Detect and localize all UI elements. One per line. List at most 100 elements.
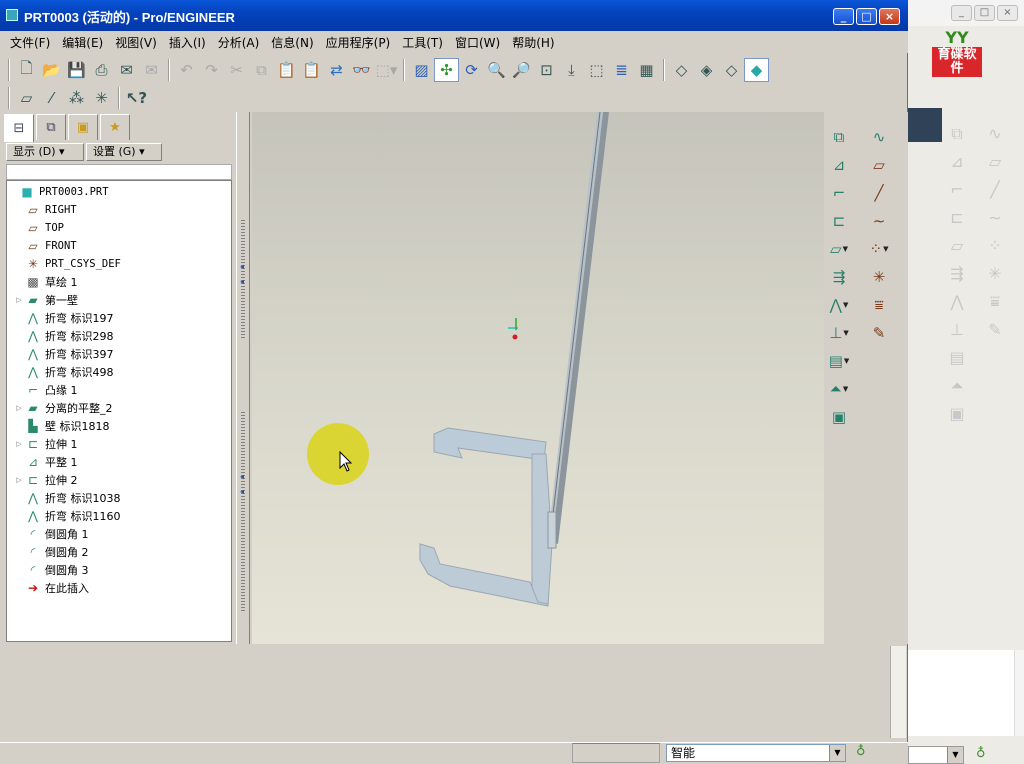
navigator-splitter[interactable]: ◂ ◂ ◂ ◂ <box>236 112 250 644</box>
collapse-arrow-icon[interactable]: ◂ <box>240 262 244 271</box>
tree-item[interactable]: ▷ ▰ 第一壁 <box>15 291 78 309</box>
no-hidden-icon[interactable]: ◇ <box>719 58 744 82</box>
tree-item[interactable]: ▷ ▰ 分离的平整_2 <box>15 399 112 417</box>
hidden-line-icon[interactable]: ◈ <box>694 58 719 82</box>
datum-curve-icon[interactable]: ∼ <box>866 210 892 232</box>
message-scrollbar[interactable] <box>890 646 906 738</box>
bg-maximize-button[interactable]: □ <box>974 5 995 21</box>
tree-item[interactable]: ⊿ 平整 1 <box>15 453 78 471</box>
datum-point-display-icon[interactable]: ⁂ <box>64 86 89 110</box>
flat-pattern-icon[interactable]: ▤ ▼ <box>826 350 852 372</box>
spin-center-icon[interactable]: ✣ <box>434 58 459 82</box>
tree-item[interactable]: ✳ PRT_CSYS_DEF <box>15 255 121 273</box>
datum-plane-tool-icon[interactable]: ▱ <box>866 154 892 176</box>
repaint-icon[interactable]: ▨ <box>409 58 434 82</box>
menu-help[interactable]: 帮助(H) <box>506 31 560 53</box>
csys-tool-icon[interactable]: ✳ <box>866 266 892 288</box>
tree-item[interactable]: ⌐ 凸缘 1 <box>15 381 78 399</box>
analysis-feature-icon[interactable]: ⩸ <box>866 294 892 316</box>
menu-analysis[interactable]: 分析(A) <box>212 31 266 53</box>
tree-item[interactable]: ◜ 倒圆角 3 <box>15 561 89 579</box>
shading-icon[interactable]: ◆ <box>744 58 769 82</box>
unattached-wall-icon[interactable]: ⊏ <box>826 210 852 232</box>
show-menu-button[interactable]: 显示 (D) ▾ <box>6 143 84 161</box>
sketch-tool-icon[interactable]: ✎ <box>866 322 892 344</box>
paste-icon[interactable]: 📋 <box>274 58 299 82</box>
cut-icon[interactable]: ✂ <box>224 58 249 82</box>
favorites-tab[interactable]: ★ <box>100 114 130 140</box>
tree-item[interactable]: ⋀ 折弯 标识498 <box>15 363 113 381</box>
chevron-down-icon[interactable]: ▼ <box>829 745 845 761</box>
reorient-icon[interactable]: ⤓ <box>559 58 584 82</box>
background-scrollbar[interactable] <box>1014 650 1024 736</box>
bg-close-button[interactable]: × <box>997 5 1018 21</box>
csys-display-icon[interactable]: ✳ <box>89 86 114 110</box>
tree-item[interactable]: ▩ 草绘 1 <box>15 273 77 291</box>
tree-item[interactable]: ⋀ 折弯 标识197 <box>15 309 113 327</box>
tree-item[interactable]: ▷ ⊏ 拉伸 2 <box>15 471 77 489</box>
datum-axis-tool-icon[interactable]: ╱ <box>866 182 892 204</box>
redo-icon[interactable]: ↷ <box>199 58 224 82</box>
menu-file[interactable]: 文件(F) <box>4 31 56 53</box>
copy-icon[interactable]: ⧉ <box>249 58 274 82</box>
view-manager-icon[interactable]: ⬚ <box>584 58 609 82</box>
email-icon[interactable]: ✉ <box>114 58 139 82</box>
tree-item[interactable]: ➔ 在此插入 <box>15 579 89 597</box>
new-icon[interactable]: 🗋 <box>14 58 39 82</box>
rip-icon[interactable]: ⇶ <box>826 266 852 288</box>
expand-arrow-icon[interactable]: ▷ <box>15 476 23 484</box>
layers-icon[interactable]: ≣ <box>609 58 634 82</box>
menu-tools[interactable]: 工具(T) <box>396 31 449 53</box>
collapse-arrow-icon[interactable]: ◂ <box>240 277 244 286</box>
tree-item[interactable]: ▱ FRONT <box>15 237 76 255</box>
undo-icon[interactable]: ↶ <box>174 58 199 82</box>
menu-window[interactable]: 窗口(W) <box>449 31 506 53</box>
unbend-tool-icon[interactable]: ⊥ ▼ <box>826 322 852 344</box>
flat-wall-icon[interactable]: ⊿ <box>826 154 852 176</box>
collapse-arrow-icon[interactable]: ◂ <box>240 487 244 496</box>
sketch-curve-icon[interactable]: ∿ <box>866 126 892 148</box>
expand-arrow-icon[interactable]: ▷ <box>15 404 23 412</box>
bg-minimize-button[interactable]: _ <box>951 5 972 21</box>
expand-arrow-icon[interactable]: ▷ <box>15 296 23 304</box>
background-filter-combo[interactable]: ▼ <box>908 746 964 764</box>
context-help-icon[interactable]: ↖? <box>124 86 149 110</box>
convert-tool-icon[interactable]: ▣ <box>826 406 852 428</box>
find-icon[interactable]: 👓 <box>349 58 374 82</box>
folder-browser-tab[interactable]: ▣ <box>68 114 98 140</box>
tree-item[interactable]: ▱ RIGHT <box>15 201 76 219</box>
tree-item[interactable]: ⋀ 折弯 标识397 <box>15 345 113 363</box>
expand-arrow-icon[interactable]: ▷ <box>15 440 23 448</box>
datum-point-tool-icon[interactable]: ⁘ ▼ <box>866 238 892 260</box>
menu-view[interactable]: 视图(V) <box>109 31 163 53</box>
menu-edit[interactable]: 编辑(E) <box>56 31 109 53</box>
bend-tool-icon[interactable]: ⋀ ▼ <box>826 294 852 316</box>
appearance-icon[interactable]: ▦ <box>634 58 659 82</box>
datum-axis-display-icon[interactable]: ⁄ <box>39 86 64 110</box>
menu-insert[interactable]: 插入(I) <box>163 31 212 53</box>
menu-info[interactable]: 信息(N) <box>265 31 319 53</box>
tree-item[interactable]: ⋀ 折弯 标识1038 <box>15 489 120 507</box>
refit-icon[interactable]: ⊡ <box>534 58 559 82</box>
print-icon[interactable]: ⎙ <box>89 58 114 82</box>
collapse-arrow-icon[interactable]: ◂ <box>240 472 244 481</box>
flange-tool-icon[interactable]: ⌐ <box>826 182 852 204</box>
settings-menu-button[interactable]: 设置 (G) ▾ <box>86 143 162 161</box>
regenerate-icon[interactable]: ⇄ <box>324 58 349 82</box>
zoom-out-icon[interactable]: 🔎 <box>509 58 534 82</box>
datum-plane-display-icon[interactable]: ▱ <box>14 86 39 110</box>
extrude-wall-icon[interactable]: ▱ ▼ <box>826 238 852 260</box>
close-button[interactable]: × <box>879 8 900 25</box>
wireframe-icon[interactable]: ◇ <box>669 58 694 82</box>
tree-item[interactable]: ■ PRT0003.PRT <box>9 183 108 201</box>
menu-applications[interactable]: 应用程序(P) <box>320 31 397 53</box>
zoom-in-icon[interactable]: 🔍 <box>484 58 509 82</box>
model-view[interactable] <box>252 112 824 644</box>
title-bar[interactable]: PRT0003 (活动的) - Pro/ENGINEER _ □ × <box>0 0 908 31</box>
email-link-icon[interactable]: ✉ <box>139 58 164 82</box>
selection-filter[interactable]: 智能 ▼ <box>666 744 846 762</box>
minimize-button[interactable]: _ <box>833 8 854 25</box>
maximize-button[interactable]: □ <box>856 8 877 25</box>
model-tree-tab[interactable]: ⊟ <box>4 114 34 142</box>
tree-item[interactable]: ▱ TOP <box>15 219 64 237</box>
